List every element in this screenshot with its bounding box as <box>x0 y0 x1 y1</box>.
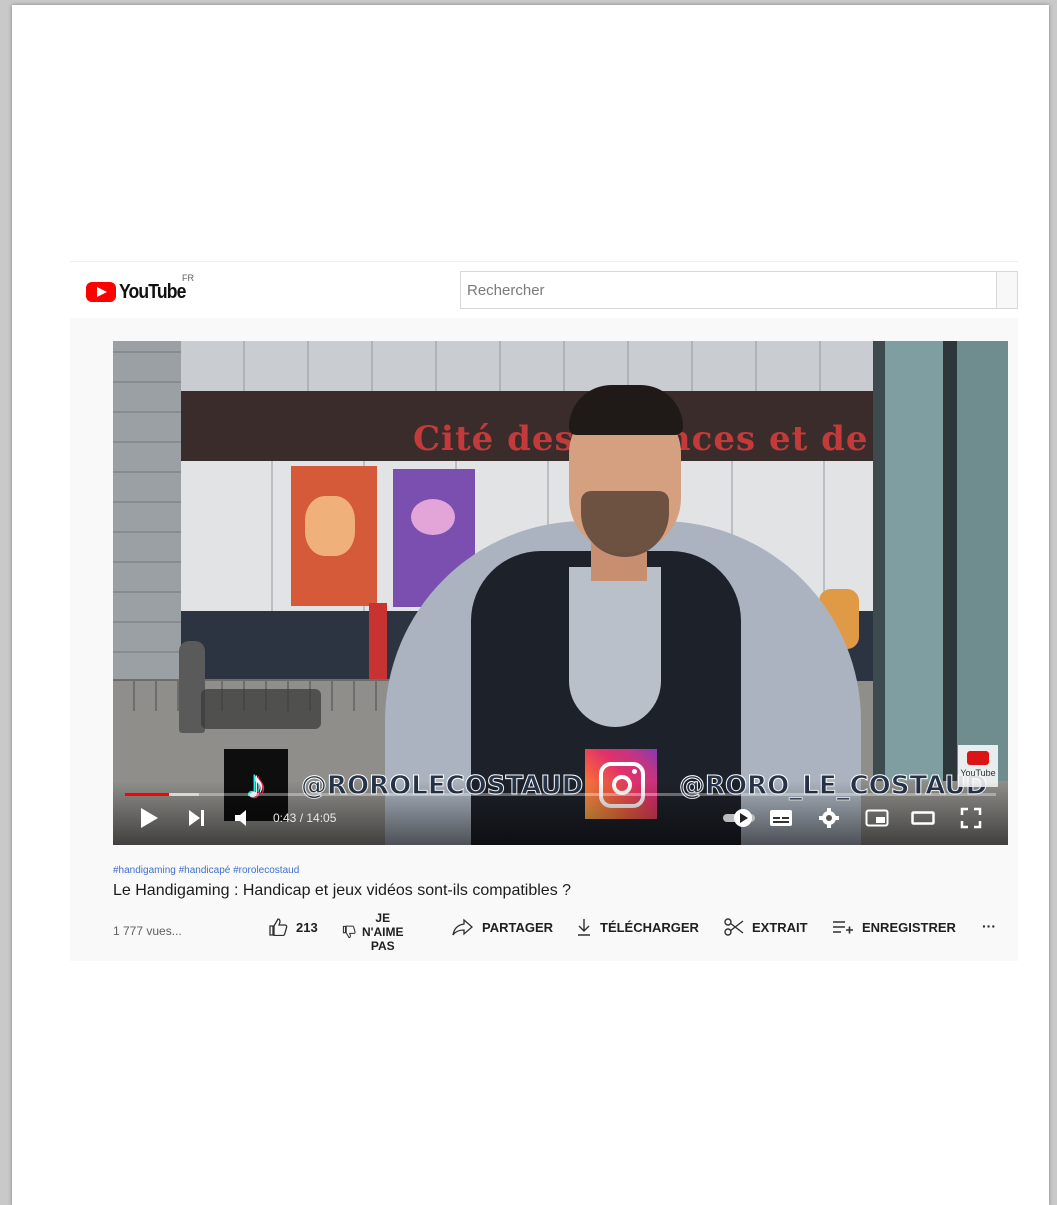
skip-next-icon <box>189 810 204 826</box>
share-button[interactable]: PARTAGER <box>452 918 553 936</box>
youtube-logo[interactable]: YouTube <box>86 280 195 304</box>
autoplay-icon <box>723 809 755 827</box>
dislike-label-line: N'AIME <box>362 925 404 939</box>
settings-button[interactable] <box>815 807 843 835</box>
playlist-add-icon <box>833 921 853 934</box>
theater-icon <box>911 811 935 825</box>
fullscreen-button[interactable] <box>957 807 985 835</box>
top-bar: YouTube FR Rechercher <box>70 261 1018 318</box>
like-count: 213 <box>296 919 318 935</box>
dislike-label-line: PAS <box>370 939 395 953</box>
gear-icon <box>819 808 839 828</box>
youtube-page: YouTube FR Rechercher Cité des sciences … <box>70 261 1018 961</box>
download-icon <box>578 919 590 936</box>
search-input[interactable]: Rechercher <box>460 271 996 309</box>
save-label: ENREGISTRER <box>862 919 956 935</box>
more-actions-button[interactable]: ··· <box>982 918 996 934</box>
share-label: PARTAGER <box>482 919 554 935</box>
video-player[interactable]: Cité des sciences et de l'industrie ♪ @R… <box>113 341 1008 845</box>
save-button[interactable]: ENREGISTRER <box>832 918 956 936</box>
autoplay-toggle[interactable] <box>719 807 759 835</box>
volume-icon <box>235 810 246 826</box>
youtube-watermark-icon <box>967 751 989 765</box>
dislike-button[interactable]: JE N'AIME PAS <box>362 911 404 953</box>
poster <box>291 466 377 606</box>
search-button[interactable] <box>996 271 1018 309</box>
volume-button[interactable] <box>229 807 257 835</box>
view-count[interactable]: 1 777 vues... <box>113 924 182 938</box>
like-button[interactable]: 213 <box>268 918 318 936</box>
clip-label: EXTRAIT <box>752 919 808 935</box>
fullscreen-icon <box>960 807 982 829</box>
dislike-label-line: JE <box>375 911 391 925</box>
dislike-label: JE N'AIME PAS <box>362 911 404 953</box>
progress-played <box>125 793 170 796</box>
time-display: 0:43 / 14:05 <box>273 811 337 825</box>
progress-bar[interactable] <box>125 793 996 796</box>
video-title: Le Handigaming : Handicap et jeux vidéos… <box>113 882 572 899</box>
document-page: YouTube FR Rechercher Cité des sciences … <box>12 5 1049 1205</box>
download-label: TÉLÉCHARGER <box>600 919 699 935</box>
dislike-icon-wrap[interactable] <box>342 925 364 939</box>
clip-button[interactable]: EXTRAIT <box>724 918 808 936</box>
theater-mode-button[interactable] <box>909 807 937 835</box>
miniplayer-button[interactable] <box>863 807 891 835</box>
miniplayer-icon <box>865 809 889 827</box>
more-icon: ··· <box>982 918 996 934</box>
thumbs-down-icon <box>342 925 356 939</box>
next-button[interactable] <box>183 807 211 835</box>
video-hashtags[interactable]: #handigaming #handicapé #rorolecostaud <box>113 865 299 876</box>
logo-text: YouTube <box>119 280 186 303</box>
download-button[interactable]: TÉLÉCHARGER <box>576 918 699 936</box>
region-code: FR <box>182 273 194 283</box>
subtitles-button[interactable] <box>767 807 795 835</box>
youtube-logo-icon <box>86 282 116 302</box>
share-icon <box>452 918 473 936</box>
play-icon <box>141 808 158 828</box>
thumbs-up-icon <box>269 918 288 936</box>
play-button[interactable] <box>135 807 163 835</box>
subtitles-icon <box>770 810 792 826</box>
scissors-icon <box>724 918 744 936</box>
